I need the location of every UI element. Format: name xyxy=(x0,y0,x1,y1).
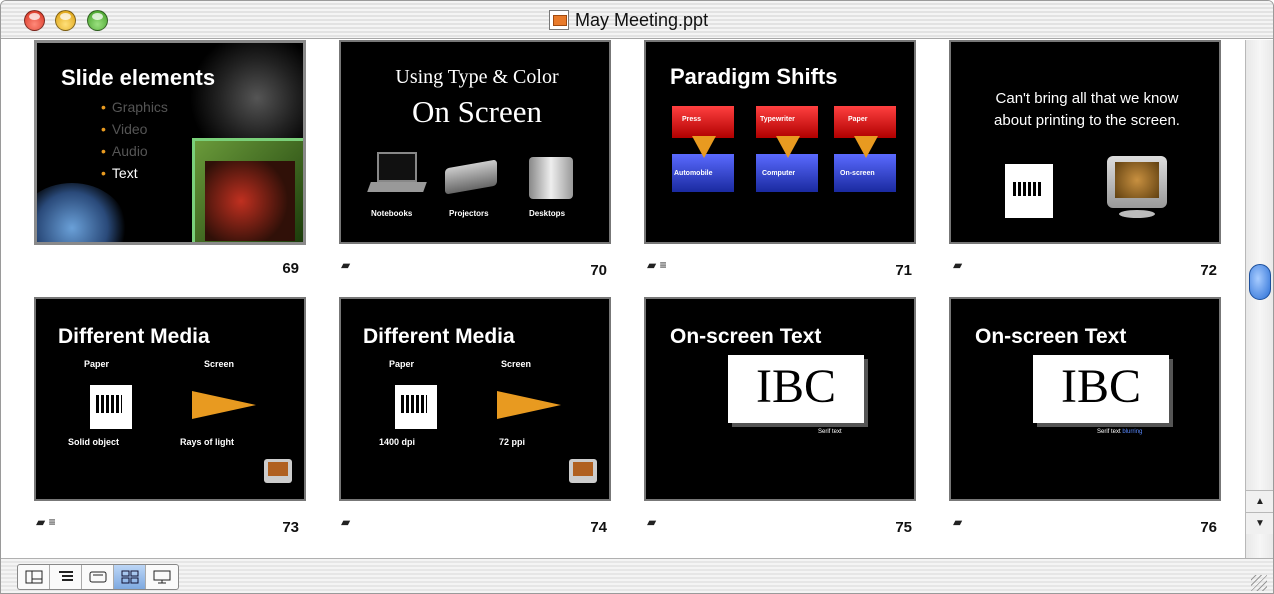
slide-number: 75 xyxy=(895,519,912,536)
slide-number: 72 xyxy=(1200,262,1217,279)
logo-text: IBC xyxy=(1060,360,1141,413)
device-label: Desktops xyxy=(529,209,566,218)
transition-icon: ▰ xyxy=(953,258,963,272)
normal-view-icon[interactable] xyxy=(18,565,50,589)
transition-icon: ▰ ≡ xyxy=(36,515,56,529)
slide-thumbnail-72[interactable]: Can't bring all that we know about print… xyxy=(949,40,1221,244)
slide-text-line2: about printing to the screen. xyxy=(994,112,1180,129)
transition-icon: ▰ xyxy=(341,258,351,272)
column-label: Paper xyxy=(84,359,110,369)
slide-thumbnail-70[interactable]: Using Type & Color On Screen Notebooks P… xyxy=(339,40,611,244)
slide-number: 69 xyxy=(282,260,299,277)
device-label: Notebooks xyxy=(371,209,413,218)
presentation-window: May Meeting.ppt Slide elements Graphics … xyxy=(0,0,1274,594)
caption-text: Serif text xyxy=(1097,429,1121,435)
slide-thumbnail-74[interactable]: Different Media Paper Screen 1400 dpi 72… xyxy=(339,297,611,501)
transition-icon: ▰ xyxy=(647,515,657,529)
slide-title-line2: On Screen xyxy=(412,94,542,129)
slide-sorter-view-icon[interactable] xyxy=(114,565,146,589)
ppt-document-icon xyxy=(549,10,569,30)
arrow-down-icon xyxy=(776,136,800,158)
notebook-icon xyxy=(377,152,417,182)
film-reel-blue-graphic xyxy=(37,183,127,242)
slide-title-line1: Using Type & Color xyxy=(395,66,559,88)
slide-sorter-view: Slide elements Graphics Video Audio Text… xyxy=(1,40,1245,558)
column-label: Paper xyxy=(389,359,415,369)
caption: Solid object xyxy=(68,437,120,447)
view-switcher xyxy=(17,564,179,590)
slide-thumbnail-71[interactable]: Paradigm Shifts Press Typewriter Paper A… xyxy=(644,40,916,244)
slide-title: Different Media xyxy=(58,325,210,348)
imac-small-icon xyxy=(569,459,597,483)
device-label: Projectors xyxy=(449,209,489,218)
zoom-button[interactable] xyxy=(87,10,108,31)
slide-title: Paradigm Shifts xyxy=(670,64,838,89)
slide-title: Slide elements xyxy=(61,65,216,90)
box-label: Typewriter xyxy=(760,116,795,123)
desktop-icon xyxy=(529,157,573,199)
slide-title: Different Media xyxy=(363,325,515,348)
video-frame-graphic xyxy=(192,138,303,242)
resize-grip-icon[interactable] xyxy=(1251,575,1267,591)
caption: Serif text xyxy=(818,429,842,435)
transition-icon: ▰ xyxy=(953,515,963,529)
box-label: Automobile xyxy=(674,170,713,177)
slide-number: 76 xyxy=(1200,519,1217,536)
slide-number: 71 xyxy=(895,262,912,279)
light-ray-graphic xyxy=(192,391,256,419)
logo-box: IBC xyxy=(1033,355,1169,423)
column-label: Screen xyxy=(501,359,532,369)
bullet-item: Video xyxy=(101,121,148,137)
projector-icon xyxy=(445,159,497,195)
caption: 72 ppi xyxy=(499,437,526,447)
bullet-item: Text xyxy=(101,165,138,181)
slide-title: On-screen Text xyxy=(670,325,822,348)
slide-thumbnail-75[interactable]: On-screen Text IBC Serif text xyxy=(644,297,916,501)
status-bar xyxy=(1,558,1273,593)
slide-thumbnail-69[interactable]: Slide elements Graphics Video Audio Text xyxy=(34,40,306,245)
paper-image xyxy=(1005,164,1053,218)
bullet-item: Graphics xyxy=(101,99,168,115)
slide-view-icon[interactable] xyxy=(82,565,114,589)
box-label: Paper xyxy=(848,116,868,123)
slide-thumbnail-73[interactable]: Different Media Paper Screen Solid objec… xyxy=(34,297,306,501)
caption: Rays of light xyxy=(180,437,235,447)
arrow-down-icon xyxy=(692,136,716,158)
imac-small-icon xyxy=(264,459,292,483)
bullet-item: Audio xyxy=(101,143,148,159)
light-ray-graphic xyxy=(497,391,561,419)
arrow-down-icon xyxy=(854,136,878,158)
slide-show-icon[interactable] xyxy=(146,565,178,589)
slide-thumbnail-76[interactable]: On-screen Text IBC Serif text blurring xyxy=(949,297,1221,501)
caption: 1400 dpi xyxy=(379,437,416,447)
caption: Serif text blurring xyxy=(1097,429,1142,435)
close-button[interactable] xyxy=(24,10,45,31)
slide-text-line1: Can't bring all that we know xyxy=(995,90,1179,107)
window-title: May Meeting.ppt xyxy=(575,10,709,30)
caption-link: blurring xyxy=(1122,429,1143,435)
box-label: Press xyxy=(682,116,702,123)
logo-text: IBC xyxy=(755,360,836,413)
minimize-button[interactable] xyxy=(55,10,76,31)
box-label: On-screen xyxy=(840,170,875,177)
transition-icon: ▰ ≡ xyxy=(647,258,667,272)
logo-box: IBC xyxy=(728,355,864,423)
imac-image xyxy=(1107,156,1167,208)
outline-view-icon[interactable] xyxy=(50,565,82,589)
paper-image xyxy=(395,385,437,429)
column-label: Screen xyxy=(204,359,235,369)
slide-number: 70 xyxy=(590,262,607,279)
slide-number: 74 xyxy=(590,519,607,536)
slide-title: On-screen Text xyxy=(975,325,1127,348)
scroll-thumb[interactable] xyxy=(1249,264,1271,300)
slide-number: 73 xyxy=(282,519,299,536)
scroll-up-arrow-icon[interactable]: ▲ xyxy=(1246,490,1273,512)
transition-icon: ▰ xyxy=(341,515,351,529)
title-bar[interactable]: May Meeting.ppt xyxy=(1,1,1273,39)
scroll-down-arrow-icon[interactable]: ▼ xyxy=(1246,512,1273,534)
box-label: Computer xyxy=(762,170,796,177)
paper-image xyxy=(90,385,132,429)
vertical-scrollbar[interactable]: ▲ ▼ xyxy=(1245,40,1273,558)
